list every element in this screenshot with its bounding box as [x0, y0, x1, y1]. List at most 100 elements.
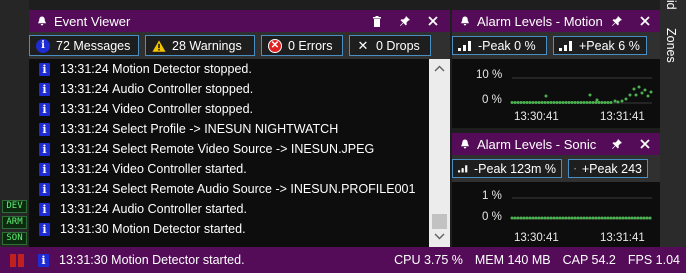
level-dot: [546, 216, 550, 220]
level-dot: [615, 216, 619, 220]
level-dot: [555, 216, 559, 220]
tab-zones[interactable]: Zones: [664, 28, 678, 63]
alarm-motion-titlebar: Alarm Levels - Motion: [452, 10, 660, 32]
event-list-scrollbar[interactable]: [429, 59, 450, 247]
scroll-up-icon[interactable]: [434, 65, 445, 72]
sonic-neg-peak: -Peak 123m %: [474, 161, 556, 176]
motion-pos-peak-button[interactable]: +Peak 6 %: [553, 36, 647, 55]
level-dot: [621, 216, 625, 220]
list-item[interactable]: i 13:31:24 Select Remote Video Source -> …: [29, 139, 429, 159]
level-dot: [579, 101, 583, 104]
drops-filter-button[interactable]: ✕ 0 Drops: [349, 35, 431, 56]
level-dot: [634, 93, 638, 97]
level-dot: [642, 216, 646, 220]
level-dot: [594, 216, 598, 220]
event-toolbar: i 72 Messages 28 Warnings ✕ 0 Errors ✕ 0…: [29, 32, 450, 59]
pin-icon[interactable]: [606, 10, 628, 32]
event-time: 13:31:24: [60, 102, 109, 116]
level-dot: [510, 101, 514, 104]
side-tab-strip: Zones Grid: [660, 0, 686, 247]
scroll-down-icon[interactable]: [434, 233, 445, 240]
messages-count: 72 Messages: [56, 38, 131, 53]
level-dot: [633, 216, 637, 220]
event-text: Motion Detector started.: [112, 222, 246, 236]
close-icon[interactable]: [422, 10, 444, 32]
level-dot: [528, 101, 532, 104]
event-text: Select Remote Video Source -> INESUN.JPE…: [112, 142, 375, 156]
arm-tag[interactable]: ARM: [2, 216, 27, 229]
level-dot: [564, 101, 568, 104]
warnings-filter-button[interactable]: 28 Warnings: [145, 35, 255, 56]
bell-icon: [461, 139, 469, 149]
level-dot: [513, 101, 517, 104]
level-dot: [636, 216, 640, 220]
pin-icon[interactable]: [394, 10, 416, 32]
sonic-chart: 1 % 0 % 13:30:41 13:31:41: [452, 182, 660, 247]
event-viewer-panel: Event Viewer i 72 Messages 28 Warnings ✕…: [29, 10, 450, 247]
level-dot: [570, 101, 574, 104]
sonic-neg-peak-button[interactable]: -Peak 123m %: [452, 159, 562, 178]
level-dot: [643, 88, 647, 92]
level-dot: [627, 216, 631, 220]
messages-filter-button[interactable]: i 72 Messages: [29, 35, 139, 56]
sonic-pos-peak-button[interactable]: +Peak 243: [568, 159, 648, 178]
level-dot: [558, 216, 562, 220]
event-time: 13:31:24: [60, 82, 109, 96]
list-item[interactable]: i 13:31:24 Video Controller stopped.: [29, 99, 429, 119]
event-list: i 13:31:24 Motion Detector stopped. i 13:3…: [29, 59, 429, 247]
list-item[interactable]: i 13:31:24 Select Profile -> INESUN NIGHT…: [29, 119, 429, 139]
alarm-sonic-panel: Alarm Levels - Sonic -Peak 123m % +Peak …: [452, 133, 660, 247]
scrollbar-thumb[interactable]: [432, 214, 447, 229]
level-dot: [528, 216, 532, 220]
list-item[interactable]: i 13:31:24 Audio Controller stopped.: [29, 79, 429, 99]
level-dot: [640, 91, 644, 95]
level-dot: [637, 85, 641, 89]
signal-bars-icon: [559, 41, 572, 51]
list-item[interactable]: i 13:31:30 Motion Detector started.: [29, 219, 429, 239]
level-dot: [531, 216, 535, 220]
level-dot: [576, 101, 580, 104]
motion-chart: 10 % 0 % 13:30:41 13:31:41: [452, 59, 660, 128]
level-dot: [510, 216, 514, 220]
status-bar: i 13:31:30 Motion Detector started. CPU …: [0, 247, 686, 273]
event-text: Video Controller stopped.: [112, 102, 253, 116]
level-dot: [646, 94, 650, 98]
list-item[interactable]: i 13:31:24 Video Controller started.: [29, 159, 429, 179]
event-viewer-titlebar: Event Viewer: [29, 10, 450, 32]
level-dot: [612, 216, 616, 220]
level-dot: [595, 98, 599, 102]
level-dot: [544, 94, 548, 98]
list-item[interactable]: i 13:31:24 Audio Controller started.: [29, 199, 429, 219]
son-tag[interactable]: SON: [2, 232, 27, 245]
level-dot: [555, 101, 559, 104]
motion-neg-peak: -Peak 0 %: [478, 38, 536, 53]
info-icon: i: [39, 82, 50, 96]
level-dot: [573, 216, 577, 220]
alarm-motion-panel: Alarm Levels - Motion -Peak 0 % +Peak 6 …: [452, 10, 660, 128]
level-dot: [582, 216, 586, 220]
list-item[interactable]: i 13:31:24 Motion Detector stopped.: [29, 59, 429, 79]
errors-filter-button[interactable]: ✕ 0 Errors: [261, 35, 343, 56]
bell-icon: [38, 16, 46, 26]
level-dot: [537, 101, 541, 104]
event-text: Select Remote Audio Source -> INESUN.PRO…: [112, 182, 416, 196]
pin-icon[interactable]: [606, 133, 628, 155]
motion-neg-peak-button[interactable]: -Peak 0 %: [452, 36, 547, 55]
x-tick-label: 13:31:41: [600, 111, 645, 123]
trash-icon[interactable]: [366, 10, 388, 32]
dev-tag[interactable]: DEV: [2, 200, 27, 213]
info-icon: i: [39, 222, 50, 236]
close-icon[interactable]: [634, 133, 656, 155]
tab-grid[interactable]: Grid: [664, 0, 678, 10]
cap-value: CAP 54.2: [562, 253, 616, 267]
info-icon: i: [39, 202, 50, 216]
event-time: 13:31:24: [60, 142, 109, 156]
drops-count: 0 Drops: [376, 38, 420, 53]
level-dot: [585, 101, 589, 104]
level-dot: [540, 101, 544, 104]
level-dot: [597, 216, 601, 220]
list-item[interactable]: i 13:31:24 Select Remote Audio Source -> …: [29, 179, 429, 199]
level-dot: [597, 101, 601, 104]
close-icon[interactable]: [634, 10, 656, 32]
errors-count: 0 Errors: [288, 38, 333, 53]
